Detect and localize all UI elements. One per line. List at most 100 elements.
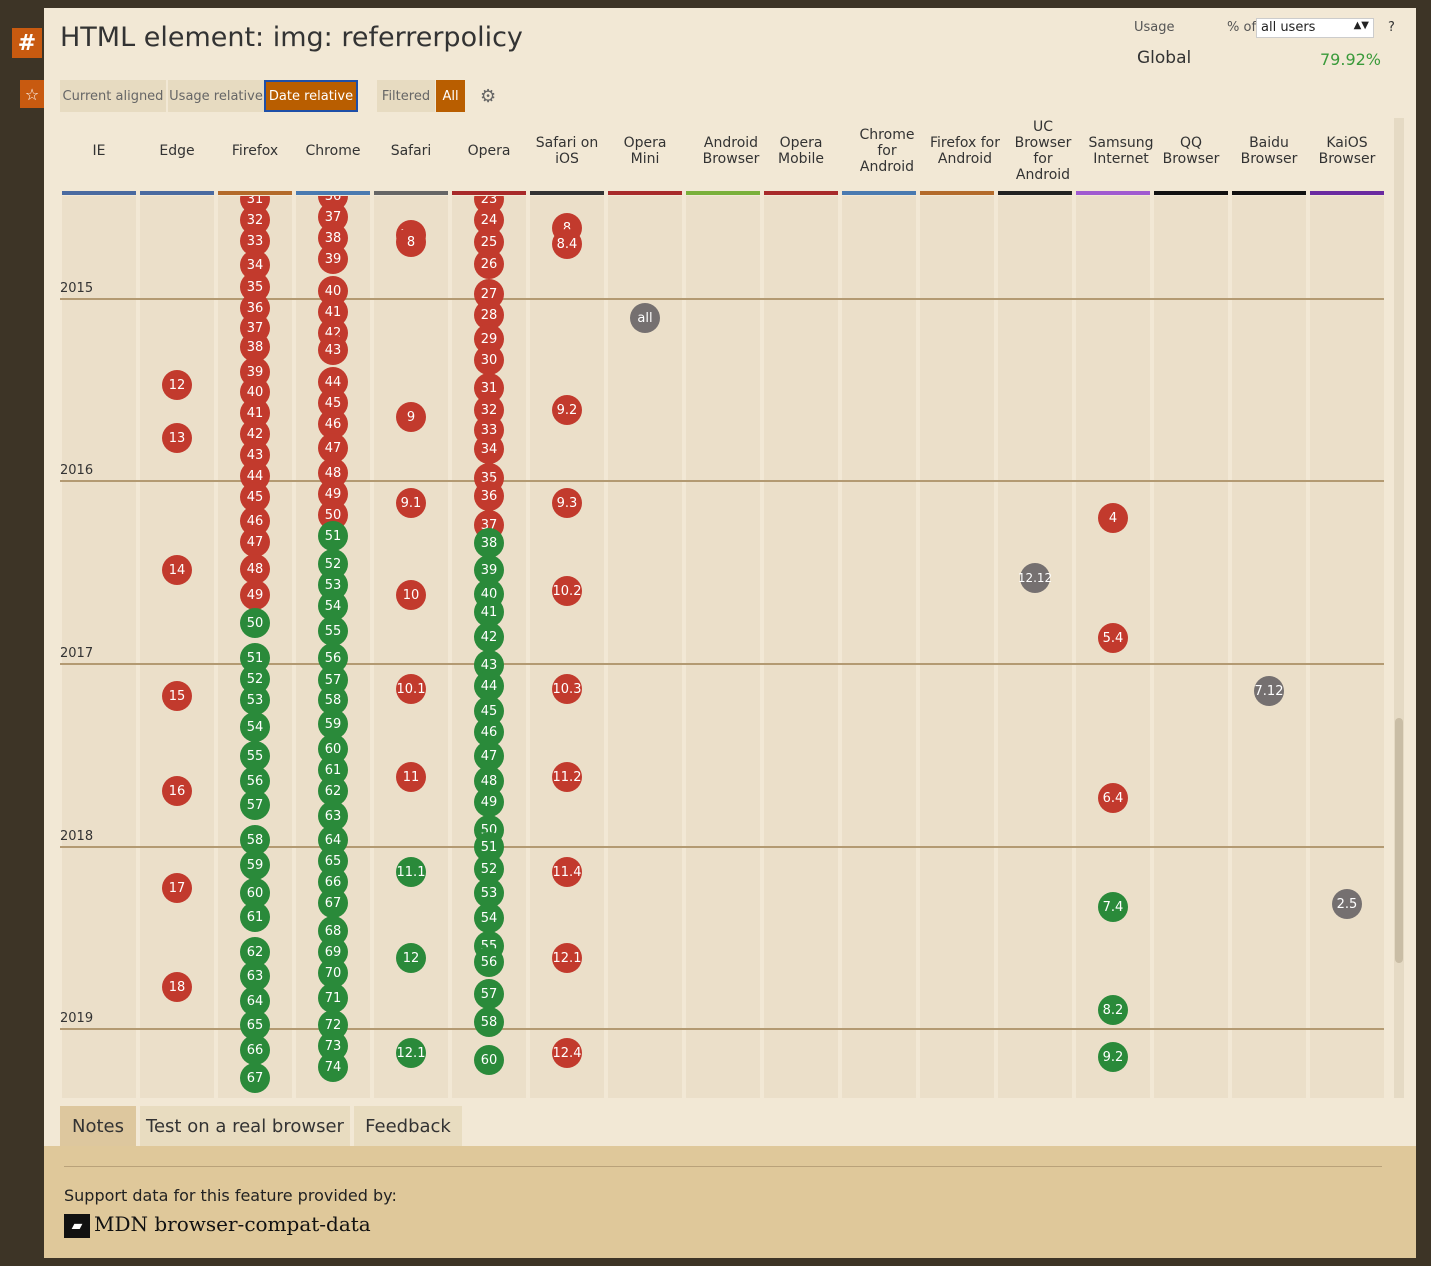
version-dot[interactable]: 43: [318, 335, 348, 365]
version-dot[interactable]: 56: [474, 947, 504, 977]
version-dot[interactable]: 66: [240, 1035, 270, 1065]
version-dot[interactable]: 17: [162, 873, 192, 903]
version-dot[interactable]: 12.1: [552, 943, 582, 973]
version-dot[interactable]: 51: [318, 521, 348, 551]
browser-header[interactable]: Chrome for Android: [842, 116, 932, 186]
date-relative-button[interactable]: Date relative: [264, 80, 358, 112]
version-dot[interactable]: 4: [1098, 503, 1128, 533]
browser-header[interactable]: Opera Mobile: [764, 116, 838, 186]
version-dot[interactable]: 11: [396, 762, 426, 792]
version-dot[interactable]: 14: [162, 555, 192, 585]
browser-header[interactable]: Opera: [452, 116, 526, 186]
version-dot[interactable]: 60: [474, 1045, 504, 1075]
version-dot[interactable]: 11.1: [396, 857, 426, 887]
star-icon[interactable]: ☆: [20, 80, 44, 108]
tab-feedback[interactable]: Feedback: [354, 1106, 462, 1146]
version-dot[interactable]: 8.4: [552, 229, 582, 259]
version-dot[interactable]: 7.4: [1098, 892, 1128, 922]
version-dot[interactable]: 13: [162, 423, 192, 453]
filtered-button[interactable]: Filtered: [377, 80, 435, 112]
browser-header[interactable]: Safari on iOS: [530, 116, 604, 186]
version-dot[interactable]: 67: [318, 888, 348, 918]
browser-header[interactable]: Firefox for Android: [920, 116, 1010, 186]
version-dot[interactable]: 9.2: [552, 395, 582, 425]
version-dot[interactable]: 8.2: [1098, 995, 1128, 1025]
version-dot[interactable]: 50: [240, 608, 270, 638]
version-dot[interactable]: 61: [240, 902, 270, 932]
tab-notes[interactable]: Notes: [60, 1106, 136, 1146]
version-dot[interactable]: 30: [474, 345, 504, 375]
browser-color-bar: [218, 191, 292, 195]
version-dot[interactable]: 10: [396, 580, 426, 610]
version-dot[interactable]: 54: [474, 903, 504, 933]
version-dot[interactable]: 11.4: [552, 857, 582, 887]
version-dot[interactable]: 53: [240, 685, 270, 715]
version-dot[interactable]: 49: [474, 787, 504, 817]
support-table: 2015 2016 2017 2018 2019 31 32 33 34 35 36 37 38 39 40…: [60, 116, 1384, 1098]
version-dot[interactable]: 12.1: [396, 1038, 426, 1068]
version-dot[interactable]: 12.12: [1018, 563, 1052, 593]
usage-relative-button[interactable]: Usage relative: [168, 80, 264, 112]
version-dot[interactable]: 9.1: [396, 488, 426, 518]
version-dot[interactable]: 12: [162, 370, 192, 400]
version-dot[interactable]: 2.5: [1332, 889, 1362, 919]
version-dot[interactable]: 12: [396, 943, 426, 973]
gear-icon[interactable]: ⚙: [480, 86, 496, 107]
current-aligned-button[interactable]: Current aligned: [60, 80, 166, 112]
browser-header[interactable]: KaiOS Browser: [1310, 116, 1384, 186]
version-dot[interactable]: 39: [318, 244, 348, 274]
browser-header[interactable]: Android Browser: [686, 116, 776, 186]
browser-color-bar: [764, 191, 838, 195]
version-dot[interactable]: 59: [240, 850, 270, 880]
version-dot[interactable]: 10.1: [396, 674, 426, 704]
scrollbar-thumb[interactable]: [1395, 718, 1403, 963]
version-dot[interactable]: 6.4: [1098, 783, 1128, 813]
users-select[interactable]: all users ▲▼: [1256, 18, 1374, 38]
browser-header[interactable]: Baidu Browser: [1232, 116, 1306, 186]
version-dot[interactable]: 9.2: [1098, 1042, 1128, 1072]
version-dot[interactable]: 8: [396, 227, 426, 257]
version-dot[interactable]: all: [630, 303, 660, 333]
browser-header[interactable]: QQ Browser: [1154, 116, 1228, 186]
version-dot[interactable]: 67: [240, 1063, 270, 1093]
permalink-hash-button[interactable]: #: [12, 28, 42, 58]
version-dot[interactable]: 57: [240, 790, 270, 820]
browser-header[interactable]: Opera Mini: [608, 116, 682, 186]
feature-panel: HTML element: img: referrerpolicy Usage …: [44, 8, 1416, 1258]
version-dot[interactable]: 10.2: [552, 576, 582, 606]
browser-header[interactable]: Safari: [374, 116, 448, 186]
version-dot[interactable]: 26: [474, 249, 504, 279]
version-dot[interactable]: 36: [474, 481, 504, 511]
version-dot[interactable]: 74: [318, 1052, 348, 1082]
version-dot[interactable]: 9.3: [552, 488, 582, 518]
version-dot[interactable]: 71: [318, 983, 348, 1013]
browser-header[interactable]: Samsung Internet: [1076, 116, 1166, 186]
version-dot[interactable]: 57: [474, 979, 504, 1009]
version-dot[interactable]: 11.2: [552, 762, 582, 792]
version-dot[interactable]: 38: [474, 528, 504, 558]
version-dot[interactable]: 15: [162, 681, 192, 711]
version-dot[interactable]: 55: [318, 616, 348, 646]
tab-test-real-browser[interactable]: Test on a real browser: [140, 1106, 350, 1146]
help-link[interactable]: ?: [1388, 20, 1395, 35]
version-dot[interactable]: 49: [240, 580, 270, 610]
version-dot[interactable]: 47: [240, 527, 270, 557]
version-dot[interactable]: 42: [474, 622, 504, 652]
version-dot[interactable]: 18: [162, 972, 192, 1002]
version-dot[interactable]: 7.12: [1254, 676, 1284, 706]
version-dot[interactable]: 12.4: [552, 1038, 582, 1068]
browser-header[interactable]: Chrome: [296, 116, 370, 186]
browser-header[interactable]: UC Browser for Android: [998, 116, 1088, 186]
version-dot[interactable]: 5.4: [1098, 623, 1128, 653]
browser-header[interactable]: IE: [62, 116, 136, 186]
browser-header[interactable]: Edge: [140, 116, 214, 186]
browser-header[interactable]: Firefox: [218, 116, 292, 186]
mdn-link[interactable]: MDN browser-compat-data: [94, 1212, 371, 1236]
all-button[interactable]: All: [436, 80, 465, 112]
version-dot[interactable]: 34: [474, 434, 504, 464]
version-dot[interactable]: 58: [474, 1007, 504, 1037]
version-dot[interactable]: 10.3: [552, 674, 582, 704]
version-dot[interactable]: 54: [240, 712, 270, 742]
version-dot[interactable]: 9: [396, 402, 426, 432]
version-dot[interactable]: 16: [162, 776, 192, 806]
